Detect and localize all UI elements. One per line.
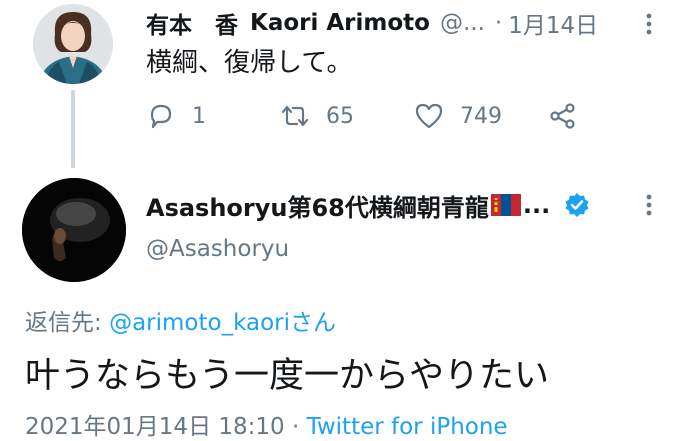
tweet-meta-line: 2021年01月14日 18:10 · Twitter for iPhone (25, 407, 508, 441)
share-icon (550, 103, 575, 129)
like-button[interactable]: 749 (414, 96, 502, 136)
reply-count: 1 (192, 103, 206, 129)
more-vertical-icon (646, 194, 652, 216)
retweet-count: 65 (326, 103, 354, 129)
tweet-action-bar: 1 65 749 (0, 96, 683, 136)
reply-to-mention-link[interactable]: @arimoto_kaori (109, 310, 290, 336)
reply-tweet-text: 叶うならもう一度一からやりたい (25, 356, 549, 396)
retweet-icon (281, 105, 309, 127)
tweet-thread: 有本 香 Kaori Arimoto @... · 1月14日 横綱、復帰して。… (0, 0, 683, 441)
profile-photo-dark-icon (22, 178, 126, 282)
parent-handle[interactable]: @... (440, 10, 485, 36)
parent-display-name[interactable]: 有本 香 (146, 6, 238, 40)
like-count: 749 (460, 103, 502, 129)
reply-button[interactable]: 1 (146, 96, 206, 136)
reply-icon (150, 104, 172, 129)
meta-separator: · (284, 414, 307, 440)
parent-tweet-date[interactable]: 1月14日 (508, 6, 598, 40)
more-options-button[interactable] (637, 12, 661, 36)
reply-display-name[interactable]: Asashoryu第68代横綱朝青龍 (146, 188, 489, 223)
retweet-button[interactable]: 65 (280, 96, 354, 136)
share-button[interactable] (548, 96, 578, 136)
more-vertical-icon (646, 13, 652, 35)
more-options-button[interactable] (637, 193, 661, 217)
header-separator: · (494, 10, 503, 36)
parent-display-name-latin[interactable]: Kaori Arimoto (250, 10, 430, 36)
replying-to-label: 返信先: (25, 310, 110, 336)
heart-icon (415, 103, 443, 129)
reply-to-suffix: さん (290, 310, 336, 336)
verified-badge-icon (565, 193, 589, 217)
reply-handle[interactable]: @Asashoryu (146, 236, 289, 262)
tweet-source-link[interactable]: Twitter for iPhone (307, 414, 508, 440)
tweet-timestamp[interactable]: 2021年01月14日 18:10 (25, 414, 285, 440)
avatar-asashoryu[interactable] (22, 178, 126, 282)
replying-to-line: 返信先: @arimoto_kaoriさん (25, 303, 336, 337)
profile-photo-woman-icon (33, 4, 113, 84)
parent-tweet-header: 有本 香 Kaori Arimoto @... · 1月14日 (146, 6, 598, 40)
mongolia-flag-icon (490, 194, 521, 216)
parent-tweet-text: 横綱、復帰して。 (146, 48, 353, 78)
reply-name-row: Asashoryu第68代横綱朝青龍 ... (146, 187, 590, 223)
avatar-kaori-arimoto[interactable] (33, 4, 113, 84)
name-ellipsis: ... (522, 191, 551, 219)
